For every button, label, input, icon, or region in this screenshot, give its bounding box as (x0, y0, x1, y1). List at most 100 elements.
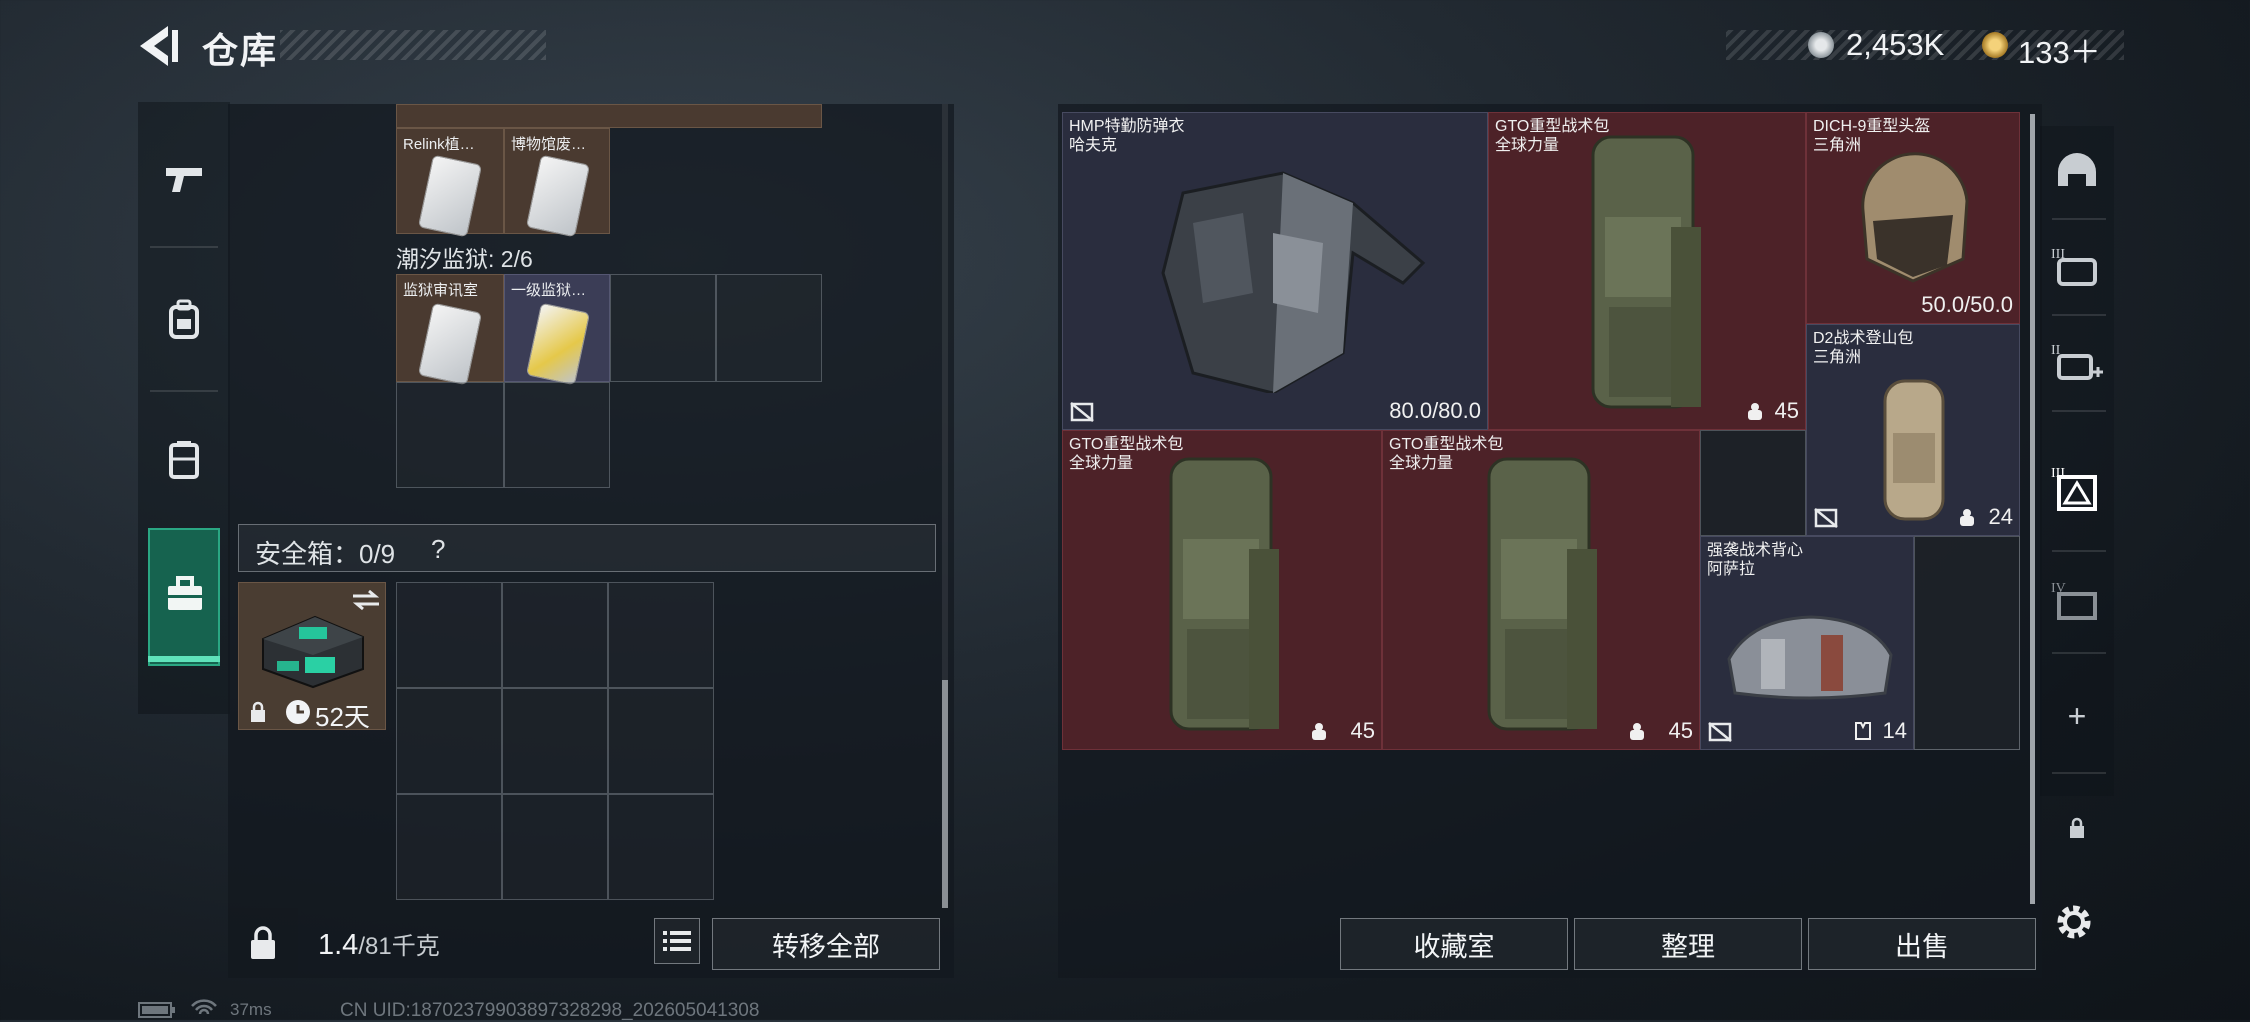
durability-value: 50.0/50.0 (1921, 292, 2013, 317)
no-insurance-icon (1070, 402, 1094, 422)
page-title: 仓库 (202, 30, 279, 71)
durability-value: 80.0/80.0 (1389, 398, 1481, 423)
ping-text: 37ms (230, 1000, 272, 1019)
item-label: 一级监狱… (511, 282, 587, 299)
tab-chest-rig-iii[interactable]: III (2040, 444, 2114, 532)
lock-button[interactable] (228, 908, 298, 978)
gold-amount[interactable]: 133＋ (2018, 27, 2101, 72)
no-insurance-icon (1814, 508, 1838, 528)
safe-box-item[interactable]: 52天 (238, 582, 386, 732)
vest-slot-icon (1855, 722, 1871, 740)
collection-room-button[interactable]: 收藏室 (1340, 918, 1568, 970)
inventory-item[interactable]: 博物馆废… (504, 128, 610, 238)
nav-active-indicator (148, 656, 220, 662)
tab-divider (2052, 218, 2106, 220)
weight-icon (1748, 403, 1762, 420)
organize-button[interactable]: 整理 (1574, 918, 1802, 970)
inventory-item[interactable]: 一级监狱… (504, 274, 610, 386)
add-slot-button[interactable]: + (2040, 672, 2114, 760)
empty-slot[interactable] (1914, 536, 2020, 750)
safe-box-icon (262, 615, 364, 689)
vest-icon (169, 441, 199, 479)
empty-slot[interactable] (716, 274, 822, 382)
toolbox-icon (168, 576, 202, 610)
loadout-scrollbar[interactable] (2030, 114, 2035, 904)
item-brand: 阿萨拉 (1707, 561, 1756, 578)
container-row-partial (396, 104, 822, 128)
gold-coin-icon (1982, 32, 2008, 58)
transfer-all-button[interactable]: 转移全部 (712, 918, 940, 970)
settings-button[interactable] (2052, 900, 2096, 944)
empty-slot[interactable] (608, 582, 714, 688)
storage-scrollbar-thumb[interactable] (942, 680, 948, 908)
empty-slot[interactable] (396, 582, 502, 688)
weight-current: 1.4 (318, 929, 359, 961)
tab-helmet[interactable] (2040, 126, 2114, 214)
safe-box-timer: 52天 (315, 702, 370, 732)
back-arrow-icon[interactable] (138, 24, 180, 68)
backpack-icon (169, 299, 199, 339)
helmet-icon (2058, 153, 2096, 186)
empty-slot[interactable] (502, 794, 608, 900)
backpack-icon (1169, 457, 1279, 731)
inventory-item-chest-rig[interactable]: 强袭战术背心 阿萨拉 14 (1700, 536, 1914, 750)
inventory-item[interactable]: Relink植… (396, 128, 504, 238)
safe-box-header: 安全箱：0/9 ? (238, 524, 936, 572)
tab-chest-rig-iv[interactable]: IV (2040, 556, 2114, 644)
weight-icon (1312, 723, 1326, 740)
empty-slot[interactable] (504, 382, 610, 488)
keycard-icon (525, 154, 591, 238)
no-insurance-icon (1708, 722, 1732, 742)
pistol-icon (166, 168, 202, 192)
tab-divider (2052, 314, 2106, 316)
empty-slot[interactable] (608, 794, 714, 900)
tab-backpack-ii[interactable]: II (2040, 318, 2114, 406)
inventory-item-backpack[interactable]: D2战术登山包 三角洲 24 (1806, 324, 2020, 536)
padlock-icon (251, 926, 275, 959)
battery-icon (138, 1002, 175, 1018)
help-icon[interactable]: ? (431, 534, 445, 565)
inventory-item-backpack[interactable]: GTO重型战术包 全球力量 45 (1062, 430, 1382, 750)
empty-slot[interactable] (1700, 430, 1806, 536)
tab-backpack-iii[interactable]: III (2040, 222, 2114, 310)
capacity-value: 45 (1350, 718, 1375, 743)
empty-slot[interactable] (610, 274, 716, 382)
list-view-button[interactable] (654, 918, 700, 964)
item-name: D2战术登山包 (1813, 330, 1914, 347)
empty-slot[interactable] (396, 688, 502, 794)
inventory-item-backpack[interactable]: GTO重型战术包 全球力量 45 (1488, 112, 1806, 430)
tab-divider (2052, 410, 2106, 412)
chest-rig-slot-icon: IV (2051, 581, 2097, 620)
nav-weapons[interactable] (138, 114, 230, 244)
silver-amount: 2,453K (1846, 27, 1945, 62)
item-name: HMP特勤防弹衣 (1069, 118, 1185, 135)
nav-backpack[interactable] (138, 254, 230, 384)
inventory-item-helmet[interactable]: DICH-9重型头盔 三角洲 50.0/50.0 (1806, 112, 2020, 324)
add-backpack-icon: II (2051, 343, 2103, 380)
safe-box-label: 安全箱：0/9 (255, 539, 396, 569)
weight-icon (1630, 723, 1644, 740)
sell-button[interactable]: 出售 (1808, 918, 2036, 970)
inventory-item-backpack[interactable]: GTO重型战术包 全球力量 45 (1382, 430, 1700, 750)
weight-max: /81千克 (358, 933, 440, 960)
item-label: 博物馆废… (511, 136, 587, 153)
prison-label: 潮汐监狱: 2/6 (396, 246, 533, 272)
keycard-icon (417, 302, 483, 386)
inventory-item[interactable]: 监狱审讯室 (396, 274, 504, 386)
capacity-value: 45 (1774, 398, 1799, 423)
swap-icon[interactable] (351, 589, 381, 611)
inventory-item-vest[interactable]: HMP特勤防弹衣 哈夫克 80.0/80.0 (1062, 112, 1488, 430)
chest-rig-slot-icon: III (2051, 466, 2097, 511)
tab-locked[interactable] (2040, 784, 2114, 872)
empty-slot[interactable] (396, 794, 502, 900)
capacity-value: 24 (1988, 504, 2013, 529)
nav-safe-box[interactable] (148, 528, 220, 666)
empty-slot[interactable] (502, 688, 608, 794)
keycard-icon (417, 154, 483, 238)
weight-icon (1960, 509, 1974, 526)
nav-vest[interactable] (138, 394, 230, 524)
empty-slot[interactable] (396, 382, 504, 488)
empty-slot[interactable] (608, 688, 714, 794)
title-stripe-decoration (280, 30, 546, 60)
empty-slot[interactable] (502, 582, 608, 688)
